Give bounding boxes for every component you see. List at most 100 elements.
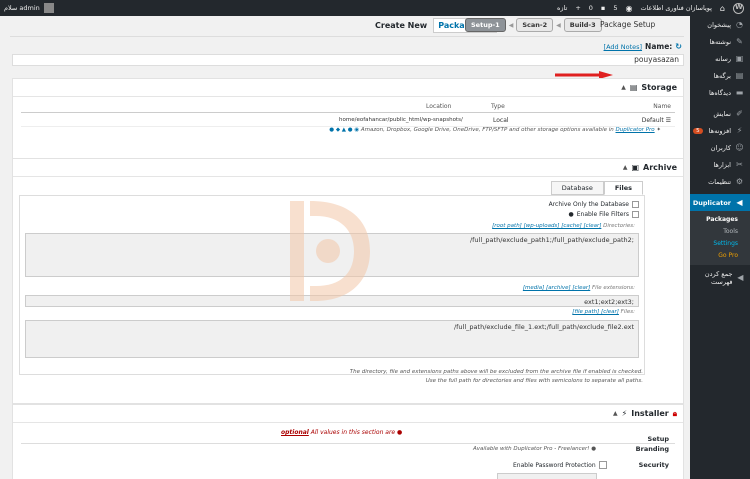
sidebar-item-appearance[interactable]: ✐ نمایش bbox=[690, 105, 750, 122]
filter-hint-2: Use the full path for directories and fi… bbox=[425, 378, 643, 384]
storage-row-default: Default ☰ Local home/eofahancar/public_h… bbox=[21, 115, 675, 127]
divider bbox=[10, 36, 684, 37]
new-link[interactable]: تازه bbox=[557, 4, 567, 12]
new-plus-icon: + bbox=[575, 4, 581, 12]
comments-count[interactable]: 0 bbox=[589, 4, 593, 12]
site-name-link[interactable]: پویاسازان فناوری اطلاعات bbox=[640, 4, 711, 12]
enable-filters-checkbox[interactable] bbox=[632, 211, 639, 218]
installer-divider bbox=[21, 443, 675, 444]
files-links[interactable]: [file path] [clear] bbox=[572, 309, 619, 315]
files-label: [file path] [clear] Files: bbox=[572, 309, 635, 315]
step-scan: Scan-2 bbox=[516, 18, 554, 32]
toggle-caret-icon[interactable]: ▲ bbox=[621, 84, 626, 91]
create-new-heading: Create New bbox=[375, 21, 428, 30]
extensions-links[interactable]: [media] [archive] [clear] bbox=[523, 285, 590, 291]
enable-filters-row: ● Enable File Filters bbox=[568, 211, 639, 218]
home-icon: ⌂ bbox=[719, 3, 725, 13]
avatar[interactable] bbox=[43, 3, 54, 13]
storage-name: Default ☰ bbox=[641, 117, 671, 124]
package-name-input[interactable]: pouyasazan bbox=[12, 54, 684, 66]
extensions-input[interactable]: ext1;ext2;ext3; bbox=[25, 295, 639, 307]
sidebar-item-media[interactable]: ▣ رسانه bbox=[690, 50, 750, 67]
wordpress-logo-icon[interactable] bbox=[733, 2, 744, 14]
archive-only-db-row: Archive Only the Database bbox=[549, 201, 639, 208]
duplicator-icon: ◀ bbox=[736, 198, 743, 207]
sidebar-item-dashboard[interactable]: ◔ پیشخوان bbox=[690, 16, 750, 33]
help-icon: ● bbox=[568, 211, 574, 218]
duplicator-pro-link[interactable]: Duplicator Pro bbox=[616, 127, 655, 133]
admin-bar: ⌂ پویاسازان فناوری اطلاعات ◉ 5 ▪ 0 + تاز… bbox=[0, 0, 750, 16]
sidebar-item-plugins[interactable]: ⚡ افزونه‌ها 5 bbox=[690, 122, 750, 139]
archive-panel: ▲ ▣ Archive Database Files Archive Only … bbox=[12, 158, 684, 404]
updates-count[interactable]: 5 bbox=[613, 4, 617, 12]
storage-db-icon: ▤ bbox=[629, 83, 638, 92]
package-setup-title: Package Setup bbox=[600, 20, 656, 29]
storage-header[interactable]: ▲ ▤ Storage bbox=[13, 79, 683, 97]
submenu-tools[interactable]: Tools bbox=[690, 226, 750, 238]
tab-files[interactable]: Files bbox=[603, 181, 643, 195]
sidebar-item-duplicator[interactable]: ◀ Duplicator bbox=[690, 194, 750, 211]
sidebar-item-posts[interactable]: ✎ نوشته‌ها bbox=[690, 33, 750, 50]
storage-panel: ▲ ▤ Storage Name Type Location Default ☰… bbox=[12, 78, 684, 166]
toggle-caret-icon[interactable]: ▲ bbox=[623, 164, 628, 171]
step-arrow-icon: ◀ bbox=[508, 21, 514, 29]
submenu-go-pro[interactable]: Go Pro bbox=[690, 250, 750, 262]
lightbulb-icon: ✦ bbox=[656, 127, 661, 133]
lock-icon: 🔒︎ bbox=[672, 408, 677, 418]
add-notes-link[interactable]: [Add Notes] bbox=[604, 43, 643, 51]
name-label: Name: bbox=[645, 42, 673, 51]
directories-label: [root path] [wp-uploads] [cache] [clear]… bbox=[492, 223, 635, 229]
refresh-icon[interactable]: ↻ bbox=[675, 42, 682, 51]
filter-hint-1: The directory, file and extensions paths… bbox=[349, 369, 643, 375]
admin-bar-right: ⌂ پویاسازان فناوری اطلاعات ◉ 5 ▪ 0 + تاز… bbox=[557, 0, 744, 16]
archive-tabs: Database Files bbox=[550, 181, 643, 195]
sidebar-item-pages[interactable]: ▤ برگه‌ها bbox=[690, 67, 750, 84]
collapse-menu[interactable]: ◀ جمع کردن فهرست bbox=[690, 269, 750, 286]
comment-icon: ▬ bbox=[735, 88, 744, 97]
user-greeting[interactable]: سلام admin bbox=[4, 4, 40, 12]
brush-icon: ✐ bbox=[736, 109, 743, 118]
sidebar-item-comments[interactable]: ▬ دیدگاه‌ها bbox=[690, 84, 750, 101]
comments-icon[interactable]: ▪ bbox=[601, 4, 605, 12]
duplicator-submenu: Packages Tools Settings Go Pro bbox=[690, 211, 750, 265]
submenu-settings[interactable]: Settings bbox=[690, 238, 750, 250]
tab-database[interactable]: Database bbox=[550, 181, 604, 195]
users-icon: ☺ bbox=[735, 143, 744, 152]
installer-header[interactable]: ▲ ⚡ Installer 🔒︎ bbox=[13, 405, 683, 423]
archive-only-db-checkbox[interactable] bbox=[632, 201, 639, 208]
col-type: Type bbox=[491, 103, 505, 110]
files-textarea[interactable]: /full_path/exclude_file_1.ext;/full_path… bbox=[25, 320, 639, 358]
step-build: Build-3 bbox=[563, 18, 602, 32]
cloud-icons: ● ◆ ▲ ● ◉ bbox=[329, 127, 361, 133]
step-setup: Setup-1 bbox=[465, 18, 506, 32]
directories-textarea[interactable]: /full_path/exclude_path1;/full_path/excl… bbox=[25, 233, 639, 277]
dashboard-icon: ◔ bbox=[736, 20, 743, 29]
directories-links[interactable]: [root path] [wp-uploads] [cache] [clear] bbox=[492, 223, 601, 229]
media-icon: ▣ bbox=[735, 54, 744, 63]
password-input[interactable] bbox=[497, 473, 597, 479]
installer-panel: ▲ ⚡ Installer 🔒︎ optional All values in … bbox=[12, 404, 684, 479]
page-icon: ▤ bbox=[735, 71, 744, 80]
bolt-icon: ⚡ bbox=[621, 409, 628, 418]
plugin-icon: ⚡ bbox=[736, 126, 743, 135]
installer-security-label: Security bbox=[638, 461, 669, 469]
warning-icon: ● bbox=[397, 429, 403, 436]
installer-title: Installer bbox=[631, 409, 669, 418]
pin-icon: ✎ bbox=[736, 37, 743, 46]
extensions-label: [media] [archive] [clear] File extension… bbox=[522, 285, 635, 291]
admin-sidebar: ◔ پیشخوان ✎ نوشته‌ها ▣ رسانه ▤ برگه‌ها ▬ دیدگ… bbox=[690, 16, 750, 479]
admin-bar-left[interactable]: سلام admin bbox=[4, 0, 54, 16]
archive-header[interactable]: ▲ ▣ Archive bbox=[13, 159, 683, 177]
sidebar-item-settings[interactable]: ⚙ تنظیمات bbox=[690, 173, 750, 190]
customize-icon[interactable]: ◉ bbox=[625, 4, 632, 13]
toggle-caret-icon[interactable]: ▲ bbox=[613, 410, 618, 417]
installer-setup-label: Setup bbox=[647, 435, 669, 443]
wrench-icon: ✂ bbox=[736, 160, 743, 169]
submenu-packages[interactable]: Packages bbox=[690, 214, 750, 226]
setup-steps: Setup-1 ◀ Scan-2 ◀ Build-3 bbox=[465, 18, 602, 32]
password-protection-checkbox[interactable] bbox=[598, 461, 607, 469]
sidebar-item-tools[interactable]: ✂ ابزارها bbox=[690, 156, 750, 173]
storage-location: home/eofahancar/public_html/wp-snapshots… bbox=[339, 117, 463, 123]
sidebar-item-users[interactable]: ☺ کاربران bbox=[690, 139, 750, 156]
help-icon: ● bbox=[591, 446, 597, 452]
